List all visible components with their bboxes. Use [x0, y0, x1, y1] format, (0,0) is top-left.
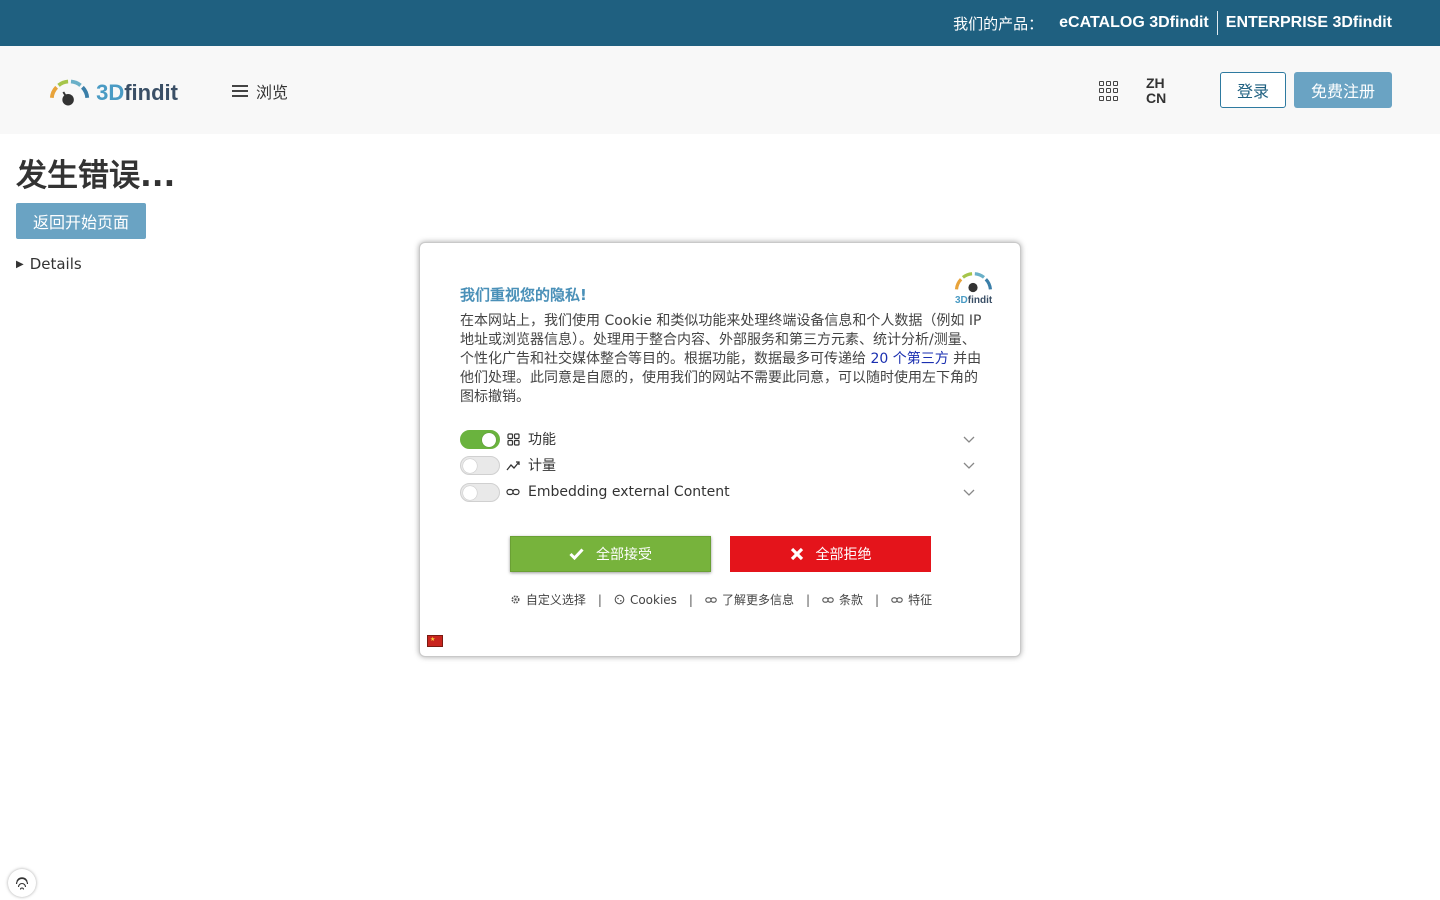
- details-toggle[interactable]: ▶ Details: [16, 255, 82, 273]
- option-label: Embedding external Content: [528, 484, 730, 500]
- china-flag-icon[interactable]: ★: [427, 635, 443, 647]
- logo-text: 3Dfindit: [96, 80, 178, 105]
- consent-option-external-content[interactable]: Embedding external Content: [460, 482, 984, 502]
- site-header: 3Dfindit 浏览 ZH CN 登录 免费注册: [0, 46, 1440, 134]
- features-link[interactable]: 特征: [891, 591, 932, 608]
- gear-icon: [511, 595, 520, 604]
- back-home-button[interactable]: 返回开始页面: [16, 203, 146, 239]
- apps-grid-icon[interactable]: [1099, 81, 1119, 101]
- divider: |: [875, 592, 880, 607]
- chart-trend-icon: [506, 458, 520, 472]
- terms-link[interactable]: 条款: [822, 591, 863, 608]
- option-label: 功能: [528, 432, 556, 448]
- toggle-switch-on[interactable]: [460, 429, 500, 449]
- login-button[interactable]: 登录: [1220, 72, 1286, 108]
- consent-option-functional[interactable]: 功能: [460, 429, 984, 449]
- cookie-icon: [614, 594, 625, 605]
- fingerprint-icon: [15, 877, 29, 890]
- cookie-consent-dialog: 3Dfindit 我们重视您的隐私! 在本网站上，我们使用 Cookie 和类似…: [419, 242, 1021, 657]
- register-button[interactable]: 免费注册: [1294, 72, 1392, 108]
- dialog-footer-links: 自定义选择 | Cookies | 了解更多信息 | 条款 | 特征: [420, 591, 1022, 608]
- lang-code: ZH: [1146, 75, 1165, 91]
- divider: |: [688, 592, 693, 607]
- language-switcher[interactable]: ZH CN: [1146, 76, 1170, 106]
- enterprise-link[interactable]: ENTERPRISE 3Dfindit: [1226, 14, 1392, 32]
- accept-all-label: 全部接受: [596, 547, 652, 563]
- site-logo[interactable]: 3Dfindit: [48, 78, 178, 108]
- toggle-switch-off[interactable]: [460, 482, 500, 502]
- grid-icon: [506, 432, 520, 446]
- option-label: 计量: [528, 458, 556, 474]
- reject-all-button[interactable]: 全部拒绝: [730, 536, 931, 572]
- dialog-logo: 3Dfindit: [952, 271, 996, 307]
- chevron-down-icon[interactable]: [962, 432, 976, 446]
- chevron-down-icon[interactable]: [962, 458, 976, 472]
- divider: [1216, 11, 1218, 35]
- link-icon: [822, 596, 834, 603]
- region-code: CN: [1146, 90, 1167, 106]
- third-parties-link[interactable]: 20 个第三方: [870, 351, 948, 367]
- gauge-logo-icon: [49, 79, 90, 106]
- ecatalog-link[interactable]: eCATALOG 3Dfindit: [1059, 14, 1209, 32]
- products-label: 我们的产品：: [953, 14, 1044, 33]
- privacy-settings-button[interactable]: [8, 869, 36, 897]
- link-icon: [705, 596, 717, 603]
- toggle-switch-off[interactable]: [460, 455, 500, 475]
- details-label: Details: [29, 255, 82, 273]
- page-title: 发生错误...: [16, 158, 176, 194]
- top-bar: 我们的产品： eCATALOG 3Dfindit ENTERPRISE 3Dfi…: [0, 0, 1440, 46]
- accept-all-button[interactable]: 全部接受: [510, 536, 711, 572]
- reject-all-label: 全部拒绝: [815, 547, 872, 563]
- link-icon: [891, 596, 903, 603]
- products-nav: 我们的产品： eCATALOG 3Dfindit ENTERPRISE 3Dfi…: [953, 0, 1392, 46]
- triangle-right-icon: ▶: [16, 258, 24, 270]
- browse-menu-button[interactable]: 浏览: [232, 79, 288, 103]
- divider: |: [805, 592, 811, 607]
- dialog-title: 我们重视您的隐私!: [460, 286, 587, 304]
- hamburger-icon: [232, 85, 248, 97]
- dialog-logo-text: 3Dfindit: [955, 295, 993, 306]
- chevron-down-icon[interactable]: [962, 485, 976, 499]
- browse-label: 浏览: [256, 83, 289, 102]
- consent-option-metrics[interactable]: 计量: [460, 455, 984, 475]
- link-icon: [506, 485, 520, 499]
- cookies-link[interactable]: Cookies: [614, 593, 677, 607]
- divider: |: [597, 592, 602, 607]
- dialog-body: 在本网站上，我们使用 Cookie 和类似功能来处理终端设备信息和个人数据（例如…: [460, 313, 982, 405]
- close-icon: [790, 547, 804, 561]
- customize-link[interactable]: 自定义选择: [510, 591, 586, 608]
- gauge-logo-icon: [954, 272, 993, 293]
- more-info-link[interactable]: 了解更多信息: [705, 591, 794, 608]
- check-icon: [569, 548, 584, 560]
